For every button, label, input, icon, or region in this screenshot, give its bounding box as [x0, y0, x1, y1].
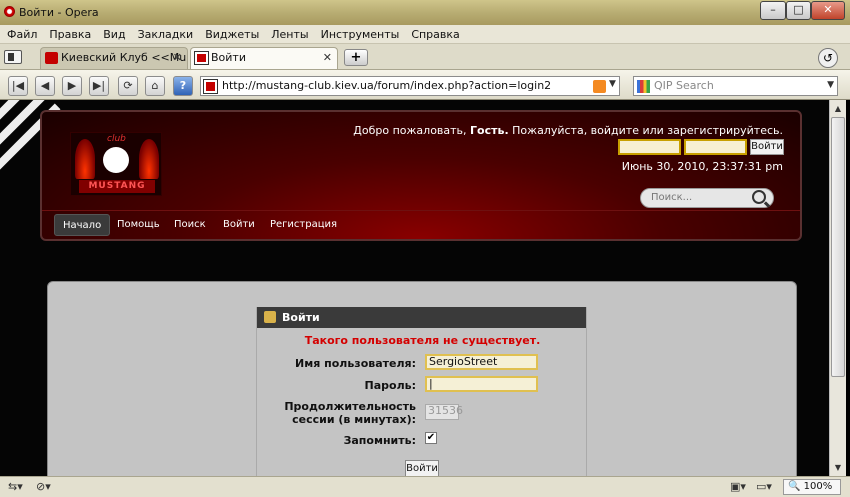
menu-bookmarks[interactable]: Закладки — [132, 25, 200, 44]
rss-icon[interactable] — [593, 80, 606, 93]
back-button[interactable]: ◀ — [35, 76, 55, 96]
menu-bar: Файл Правка Вид Закладки Виджеты Ленты Инструм… — [0, 25, 850, 44]
search-placeholder: QIP Search — [654, 79, 714, 92]
nav-register[interactable]: Регистрация — [262, 214, 345, 236]
login-submit-button[interactable]: Войти — [405, 460, 439, 476]
minimize-button[interactable]: – — [760, 1, 786, 20]
login-form-title: Войти — [282, 311, 320, 324]
quick-login-button[interactable]: Войти — [750, 139, 784, 155]
mustang-club-logo[interactable]: club MUSTANG — [70, 132, 162, 196]
menu-help[interactable]: Справка — [405, 25, 465, 44]
page-viewport: club MUSTANG Добро пожаловать, Гость. По… — [0, 100, 829, 476]
window-title: Войти - Opera — [19, 6, 99, 19]
menu-widgets[interactable]: Виджеты — [199, 25, 265, 44]
navigation-bar: |◀ ◀ ▶ ▶| ⟳ ⌂ ? http://mustang-club.kiev… — [0, 70, 850, 100]
login-icon — [264, 311, 276, 323]
forum-search-input[interactable]: Поиск... — [640, 188, 774, 208]
fast-forward-button[interactable]: ▶| — [89, 76, 109, 96]
menu-file[interactable]: Файл — [0, 25, 43, 44]
tab-close-icon[interactable]: ✕ — [173, 48, 182, 68]
view-mode-icon[interactable]: ▭▾ — [756, 480, 772, 493]
menu-view[interactable]: Вид — [97, 25, 131, 44]
session-length-input[interactable]: 31536 — [425, 404, 463, 420]
nav-help[interactable]: Помощь — [109, 214, 168, 236]
header-divider — [42, 210, 800, 211]
home-button[interactable]: ⌂ — [145, 76, 165, 96]
search-icon[interactable] — [752, 190, 766, 204]
welcome-text: Добро пожаловать, Гость. Пожалуйста, вой… — [353, 124, 783, 137]
nav-login[interactable]: Войти — [215, 214, 263, 236]
current-datetime: Июнь 30, 2010, 23:37:31 pm — [621, 160, 783, 173]
nav-search[interactable]: Поиск — [166, 214, 214, 236]
password-label: Пароль: — [364, 379, 416, 392]
sync-icon[interactable]: ⇆▾ — [8, 480, 23, 493]
scroll-up-icon[interactable]: ▲ — [830, 100, 846, 117]
search-dropdown-icon[interactable]: ▼ — [827, 80, 834, 90]
session-length-label: Продолжительность сессии (в минутах): — [284, 400, 416, 426]
menu-feeds[interactable]: Ленты — [265, 25, 314, 44]
reload-button[interactable]: ⟳ — [118, 76, 138, 96]
close-button[interactable]: ✕ — [811, 1, 845, 20]
password-input[interactable]: | — [425, 376, 538, 392]
rewind-button[interactable]: |◀ — [8, 76, 28, 96]
vertical-scrollbar[interactable]: ▲ ▼ — [829, 100, 846, 476]
security-key-button[interactable]: ? — [173, 76, 193, 96]
login-form-header: Войти — [257, 307, 586, 328]
block-icon[interactable]: ⊘▾ — [36, 480, 51, 493]
maximize-button[interactable]: □ — [786, 1, 811, 20]
trash-icon[interactable]: ↺ — [818, 48, 838, 68]
search-field[interactable]: QIP Search ▼ — [633, 76, 838, 96]
site-favicon-icon — [194, 51, 209, 65]
scrollbar-thumb[interactable] — [831, 117, 845, 377]
site-favicon-icon — [203, 79, 218, 94]
forum-header: club MUSTANG Добро пожаловать, Гость. По… — [40, 110, 802, 241]
remember-me-label: Запомнить: — [343, 434, 416, 447]
username-input[interactable]: SergioStreet — [425, 354, 538, 370]
title-bar: Войти - Opera – □ ✕ — [0, 0, 850, 25]
tab-close-icon[interactable]: ✕ — [323, 48, 332, 68]
zoom-control[interactable]: 🔍 100% ▾ — [783, 479, 841, 497]
tab-label: Киевский Клуб <<Mu... — [61, 51, 188, 64]
tab-login[interactable]: Войти ✕ — [190, 47, 338, 69]
content-panel: Войти Такого пользователя не существует.… — [47, 281, 797, 476]
search-engine-icon[interactable] — [637, 80, 650, 93]
forward-button[interactable]: ▶ — [62, 76, 82, 96]
flame-icon — [75, 139, 95, 179]
status-bar: ⇆▾ ⊘▾ ▣▾ ▭▾ 🔍 100% ▾ — [0, 476, 850, 497]
address-bar[interactable]: http://mustang-club.kiev.ua/forum/index.… — [200, 76, 620, 96]
tab-bar: Киевский Клуб <<Mu... ✕ Войти ✕ + — [0, 44, 850, 70]
menu-tools[interactable]: Инструменты — [315, 25, 406, 44]
rooster-icon — [103, 147, 129, 173]
panel-toggle-button[interactable] — [4, 50, 22, 64]
menu-edit[interactable]: Правка — [43, 25, 97, 44]
nav-home[interactable]: Начало — [54, 214, 111, 236]
login-error-message: Такого пользователя не существует. — [304, 334, 541, 347]
address-url[interactable]: http://mustang-club.kiev.ua/forum/index.… — [222, 79, 551, 92]
login-form: Войти Такого пользователя не существует.… — [256, 307, 587, 476]
forum-search-placeholder: Поиск... — [651, 192, 693, 203]
username-label: Имя пользователя: — [295, 357, 416, 370]
scroll-down-icon[interactable]: ▼ — [830, 459, 846, 476]
logo-club-text: club — [107, 134, 126, 144]
image-toggle-icon[interactable]: ▣▾ — [730, 480, 746, 493]
tab-label: Войти — [211, 51, 246, 64]
tab-mustang-club[interactable]: Киевский Клуб <<Mu... ✕ — [40, 47, 188, 69]
address-dropdown-icon[interactable]: ▼ — [609, 79, 616, 89]
remember-me-checkbox[interactable]: ✔ — [425, 432, 437, 444]
new-tab-button[interactable]: + — [344, 49, 368, 66]
opera-logo-icon — [4, 6, 15, 17]
quick-login-username-input[interactable] — [618, 139, 681, 155]
car-favicon-icon — [45, 52, 58, 64]
quick-login-password-input[interactable] — [684, 139, 747, 155]
logo-name-text: MUSTANG — [79, 180, 155, 193]
flame-icon — [139, 139, 159, 179]
